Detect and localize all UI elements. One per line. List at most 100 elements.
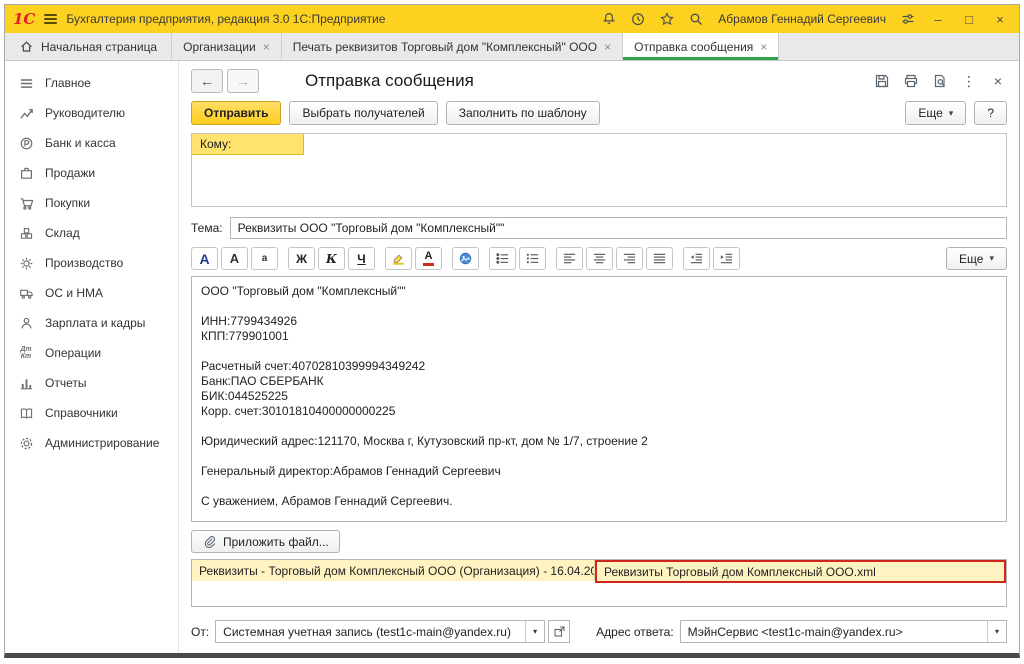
main-menu-icon[interactable] — [44, 12, 57, 26]
sidebar-item-label: Склад — [45, 226, 80, 240]
preview-icon[interactable] — [931, 72, 949, 90]
briefcase-icon — [17, 166, 35, 181]
sidebar-item-production[interactable]: Производство — [5, 248, 178, 278]
attach-file-button[interactable]: Приложить файл... — [191, 530, 340, 553]
close-window-button[interactable]: × — [989, 9, 1011, 29]
gear-icon — [17, 436, 35, 451]
tab-label: Отправка сообщения — [634, 40, 753, 54]
coin-icon — [17, 136, 35, 151]
close-icon[interactable]: × — [604, 40, 611, 54]
font-size-increase-button[interactable]: А — [221, 247, 248, 270]
sidebar-item-operations[interactable]: Дт Кт Операции — [5, 338, 178, 368]
tab-label: Печать реквизитов Торговый дом "Комплекс… — [293, 40, 597, 54]
sidebar-item-reports[interactable]: Отчеты — [5, 368, 178, 398]
align-justify-button[interactable] — [646, 247, 673, 270]
bold-button[interactable]: Ж — [288, 247, 315, 270]
sidebar-item-warehouse[interactable]: Склад — [5, 218, 178, 248]
minimize-button[interactable]: – — [927, 9, 949, 29]
sidebar-item-bank-cash[interactable]: Банк и касса — [5, 128, 178, 158]
chevron-down-icon[interactable]: ▾ — [987, 621, 1006, 642]
bar-chart-icon — [17, 376, 35, 391]
attachments-list[interactable]: Реквизиты - Торговый дом Комплексный ООО… — [191, 559, 1007, 607]
sidebar-item-administration[interactable]: Администрирование — [5, 428, 178, 458]
align-center-button[interactable] — [586, 247, 613, 270]
sidebar-item-payroll[interactable]: Зарплата и кадры — [5, 308, 178, 338]
book-icon — [17, 406, 35, 421]
decrease-indent-button[interactable] — [683, 247, 710, 270]
reply-address-value: МэйнСервис <test1c-main@yandex.ru> — [681, 625, 987, 639]
more-button[interactable]: Еще ▾ — [905, 101, 966, 125]
chevron-down-icon: ▾ — [989, 253, 994, 264]
font-size-decrease-button[interactable]: а — [251, 247, 278, 270]
back-button[interactable]: ← — [191, 69, 223, 93]
send-message-form: ← → Отправка сообщения ⋮ × — [179, 61, 1019, 653]
search-icon[interactable] — [686, 9, 706, 29]
reply-address-select[interactable]: МэйнСервис <test1c-main@yandex.ru> ▾ — [680, 620, 1007, 643]
more-label: Еще — [918, 106, 942, 120]
highlight-color-button[interactable] — [385, 247, 412, 270]
attach-file-label: Приложить файл... — [223, 535, 329, 549]
sidebar-item-manager[interactable]: Руководителю — [5, 98, 178, 128]
window-titlebar: 1С Бухгалтерия предприятия, редакция 3.0… — [5, 5, 1019, 33]
format-toolbar: А А а Ж К Ч А — [191, 247, 1007, 270]
sidebar-sections: Главное Руководителю Банк и касса Продаж… — [5, 61, 179, 653]
from-account-value: Системная учетная запись (test1c-main@ya… — [216, 625, 525, 639]
to-field[interactable]: Кому: — [192, 134, 304, 155]
person-icon — [17, 316, 35, 331]
message-body-editor[interactable]: ООО "Торговый дом "Комплексный"" ИНН:779… — [191, 276, 1007, 522]
chevron-down-icon: ▾ — [949, 108, 954, 119]
forward-button[interactable]: → — [227, 69, 259, 93]
bulleted-list-button[interactable] — [489, 247, 516, 270]
gear-icon — [17, 256, 35, 271]
select-recipients-button[interactable]: Выбрать получателей — [289, 101, 437, 125]
window-title: Бухгалтерия предприятия, редакция 3.0 1С… — [66, 12, 385, 26]
chevron-down-icon[interactable]: ▾ — [525, 621, 544, 642]
tab-organizations[interactable]: Организации × — [172, 33, 282, 60]
attachment-item-selected[interactable]: Реквизиты Торговый дом Комплексный ООО.x… — [595, 560, 1006, 583]
open-account-button[interactable] — [548, 620, 570, 643]
increase-indent-button[interactable] — [713, 247, 740, 270]
close-icon[interactable]: × — [760, 40, 767, 54]
notifications-bell-icon[interactable] — [599, 9, 619, 29]
sidebar-item-purchases[interactable]: Покупки — [5, 188, 178, 218]
sidebar-item-label: Руководителю — [45, 106, 125, 120]
italic-button[interactable]: К — [318, 247, 345, 270]
tab-print-requisites[interactable]: Печать реквизитов Торговый дом "Комплекс… — [282, 33, 623, 60]
recipients-area[interactable]: Кому: — [191, 133, 1007, 207]
from-account-select[interactable]: Системная учетная запись (test1c-main@ya… — [215, 620, 545, 643]
attachment-item[interactable]: Реквизиты - Торговый дом Комплексный ООО… — [192, 560, 595, 581]
help-button[interactable]: ? — [974, 101, 1007, 125]
settings-tune-icon[interactable] — [898, 9, 918, 29]
align-left-button[interactable] — [556, 247, 583, 270]
save-icon[interactable] — [873, 72, 891, 90]
current-user[interactable]: Абрамов Геннадий Сергеевич — [718, 12, 886, 26]
tab-send-message[interactable]: Отправка сообщения × — [623, 33, 779, 60]
print-icon[interactable] — [902, 72, 920, 90]
numbered-list-button[interactable] — [519, 247, 546, 270]
more-menu-icon[interactable]: ⋮ — [960, 72, 978, 90]
font-color-button[interactable]: А — [415, 247, 442, 270]
subject-input[interactable]: Реквизиты ООО "Торговый дом "Комплексный… — [230, 217, 1007, 239]
underline-button[interactable]: Ч — [348, 247, 375, 270]
sidebar-item-directories[interactable]: Справочники — [5, 398, 178, 428]
subject-label: Тема: — [191, 221, 223, 235]
close-form-icon[interactable]: × — [989, 72, 1007, 90]
paperclip-icon — [202, 535, 216, 549]
sidebar-item-main[interactable]: Главное — [5, 68, 178, 98]
fill-by-template-button[interactable]: Заполнить по шаблону — [446, 101, 600, 125]
maximize-button[interactable]: □ — [958, 9, 980, 29]
align-right-button[interactable] — [616, 247, 643, 270]
app-window: 1С Бухгалтерия предприятия, редакция 3.0… — [4, 4, 1020, 658]
favorites-star-icon[interactable] — [657, 9, 677, 29]
sidebar-item-fixed-assets[interactable]: ОС и НМА — [5, 278, 178, 308]
send-button[interactable]: Отправить — [191, 101, 281, 125]
sidebar-item-sales[interactable]: Продажи — [5, 158, 178, 188]
insert-image-button[interactable] — [452, 247, 479, 270]
font-button[interactable]: А — [191, 247, 218, 270]
format-more-button[interactable]: Еще ▾ — [946, 247, 1007, 270]
close-icon[interactable]: × — [263, 40, 270, 54]
chart-line-icon — [17, 106, 35, 121]
tab-home[interactable]: Начальная страница — [5, 33, 172, 60]
sidebar-item-label: ОС и НМА — [45, 286, 103, 300]
history-icon[interactable] — [628, 9, 648, 29]
